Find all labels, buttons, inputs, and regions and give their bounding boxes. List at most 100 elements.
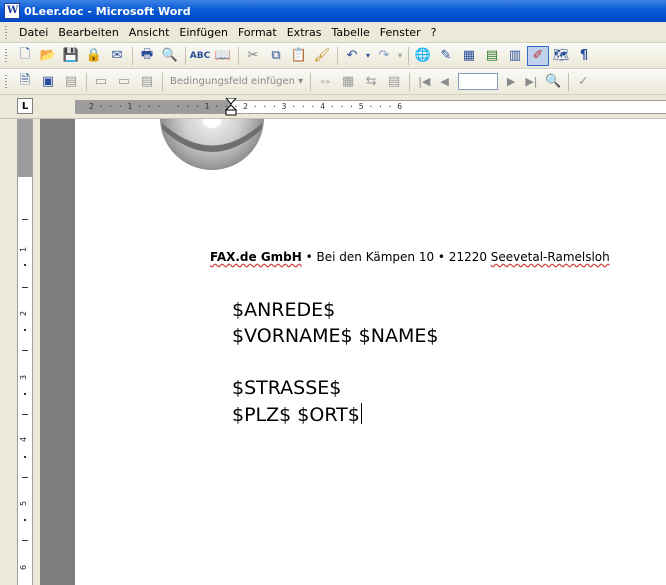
menu-tabelle[interactable]: Tabelle <box>327 26 375 39</box>
print-icon[interactable]: 🖶 <box>136 46 158 66</box>
word-app-icon[interactable] <box>4 3 20 19</box>
document-page[interactable]: FAX.de GmbH • Bei den Kämpen 10 • 21220 … <box>75 119 666 585</box>
main-document-setup-icon[interactable]: 🗎 <box>14 72 36 92</box>
menu-extras[interactable]: Extras <box>282 26 327 39</box>
toolbar-separator <box>310 72 312 91</box>
merge-field-name-line[interactable]: $VORNAME$ $NAME$ <box>232 325 438 347</box>
email-icon[interactable]: ✉ <box>106 46 128 66</box>
last-record-icon[interactable]: ▶| <box>520 75 542 88</box>
undo-icon[interactable]: ↶ <box>341 46 363 66</box>
paste-icon[interactable]: 📋 <box>288 46 310 66</box>
toolbar-separator <box>86 72 87 91</box>
menu-ansicht[interactable]: Ansicht <box>124 26 175 39</box>
ruler-number: 4 <box>19 436 29 443</box>
ruler-row: L 2 · · · 1 · · · · · · 1 · · · 2 · · · … <box>0 95 666 119</box>
insert-greeting-icon[interactable]: ▭ <box>113 72 135 92</box>
text-cursor <box>360 403 362 424</box>
ruler-tick <box>22 287 28 288</box>
mailmerge-toolbar: 🗎 ▣ ▤ ▭ ▭ ▤ Bedingungsfeld einfügen ▾ «»… <box>0 69 666 95</box>
tables-borders-icon[interactable]: ✎ <box>435 46 457 66</box>
menu-help[interactable]: ? <box>426 26 442 39</box>
ruler-number: 3 <box>19 374 29 381</box>
toolbar-grip[interactable] <box>4 74 8 89</box>
redo-icon[interactable]: ↷ <box>373 46 395 66</box>
insert-word-field-dropdown[interactable]: Bedingungsfeld einfügen ▾ <box>166 76 307 87</box>
ruler-tick <box>24 329 26 331</box>
save-icon[interactable]: 💾 <box>60 46 82 66</box>
company-logo-icon <box>160 119 264 170</box>
permission-icon[interactable]: 🔒 <box>83 46 105 66</box>
copy-icon[interactable]: ⧉ <box>265 46 287 66</box>
find-entry-icon[interactable]: 🔍 <box>542 72 564 92</box>
sender-line: FAX.de GmbH • Bei den Kämpen 10 • 21220 … <box>210 250 610 264</box>
format-painter-icon[interactable]: 🖌 <box>311 46 333 66</box>
document-map-icon[interactable]: 🗺 <box>550 46 572 66</box>
insert-excel-icon[interactable]: ▤ <box>481 46 503 66</box>
recipients-icon[interactable]: ▤ <box>60 72 82 92</box>
columns-icon[interactable]: ▥ <box>504 46 526 66</box>
ruler-tick <box>22 414 28 415</box>
toolbar-separator <box>337 46 338 65</box>
toolbar-separator <box>568 72 570 91</box>
check-errors-icon[interactable]: ✓ <box>572 72 594 92</box>
standard-toolbar: 🗋 📂 💾 🔒 ✉ 🖶 🔍 ABC 📖 ✂ ⧉ 📋 🖌 ↶ ▾ ↷ ▾ 🌐 ✎ … <box>0 43 666 69</box>
research-icon[interactable]: 📖 <box>212 46 234 66</box>
toolbar-separator <box>132 46 133 65</box>
menu-datei[interactable]: Datei <box>14 26 53 39</box>
undo-dropdown-icon[interactable]: ▾ <box>364 46 372 66</box>
redo-dropdown-icon[interactable]: ▾ <box>396 46 404 66</box>
merge-field-anrede[interactable]: $ANREDE$ <box>232 299 335 321</box>
insert-merge-fields-icon[interactable]: ▤ <box>136 72 158 92</box>
next-record-icon[interactable]: ▶ <box>502 75 520 88</box>
menu-bar: Datei Bearbeiten Ansicht Einfügen Format… <box>0 22 666 43</box>
record-number-input[interactable] <box>457 73 498 90</box>
cut-icon[interactable]: ✂ <box>242 46 264 66</box>
previous-record-icon[interactable]: ◀ <box>435 75 453 88</box>
ruler-numbers: 2 · · · 1 · · · · · · 1 · · · 2 · · · 3 … <box>89 102 403 111</box>
menu-einfuegen[interactable]: Einfügen <box>174 26 233 39</box>
merge-field-strasse[interactable]: $STRASSE$ <box>232 377 341 399</box>
hyperlink-icon[interactable]: 🌐 <box>412 46 434 66</box>
highlight-fields-icon[interactable]: ▦ <box>337 72 359 92</box>
insert-table-icon[interactable]: ▦ <box>458 46 480 66</box>
ruler-tick <box>22 477 28 478</box>
drawing-icon[interactable]: ✐ <box>527 45 549 66</box>
sender-company: FAX.de GmbH <box>210 250 302 264</box>
ruler-tick <box>24 519 26 521</box>
open-icon[interactable]: 📂 <box>37 46 59 66</box>
vertical-ruler[interactable]: 1 2 3 4 5 6 <box>17 119 33 585</box>
open-data-source-icon[interactable]: ▣ <box>37 72 59 92</box>
horizontal-ruler[interactable]: 2 · · · 1 · · · · · · 1 · · · 2 · · · 3 … <box>75 98 666 116</box>
propagate-labels-icon[interactable]: ▤ <box>383 72 405 92</box>
menu-fenster[interactable]: Fenster <box>375 26 426 39</box>
menu-bearbeiten[interactable]: Bearbeiten <box>53 26 123 39</box>
print-preview-icon[interactable]: 🔍 <box>159 46 181 66</box>
ruler-tick <box>24 456 26 458</box>
ruler-number: 1 <box>19 246 29 253</box>
first-record-icon[interactable]: |◀ <box>413 75 435 88</box>
indent-marker-icon[interactable] <box>225 98 237 116</box>
toolbar-separator <box>408 46 409 65</box>
window-title: 0Leer.doc - Microsoft Word <box>24 4 191 18</box>
menu-format[interactable]: Format <box>233 26 282 39</box>
new-doc-icon[interactable]: 🗋 <box>14 46 36 66</box>
sender-city: Seevetal-Ramelsloh <box>490 250 610 264</box>
menu-grip[interactable] <box>4 24 8 40</box>
ruler-tick <box>22 350 28 351</box>
toolbar-separator <box>185 46 186 65</box>
toolbar-separator <box>238 46 239 65</box>
match-fields-icon[interactable]: ⇆ <box>360 72 382 92</box>
toolbar-separator <box>162 72 163 91</box>
toolbar-grip[interactable] <box>4 48 8 63</box>
show-formatting-icon[interactable]: ¶ <box>573 46 595 66</box>
spelling-icon[interactable]: ABC <box>189 46 211 66</box>
insert-address-block-icon[interactable]: ▭ <box>90 72 112 92</box>
ruler-number: 5 <box>19 500 29 507</box>
ruler-tick <box>24 264 26 266</box>
merge-field-plz-ort-line[interactable]: $PLZ$ $ORT$ <box>232 403 362 426</box>
view-merged-data-icon[interactable]: «» <box>314 72 336 92</box>
tab-selector[interactable]: L <box>17 98 33 114</box>
ruler-number: 6 <box>19 564 29 571</box>
toolbar-separator <box>409 72 411 91</box>
ruler-top-margin <box>18 119 32 177</box>
